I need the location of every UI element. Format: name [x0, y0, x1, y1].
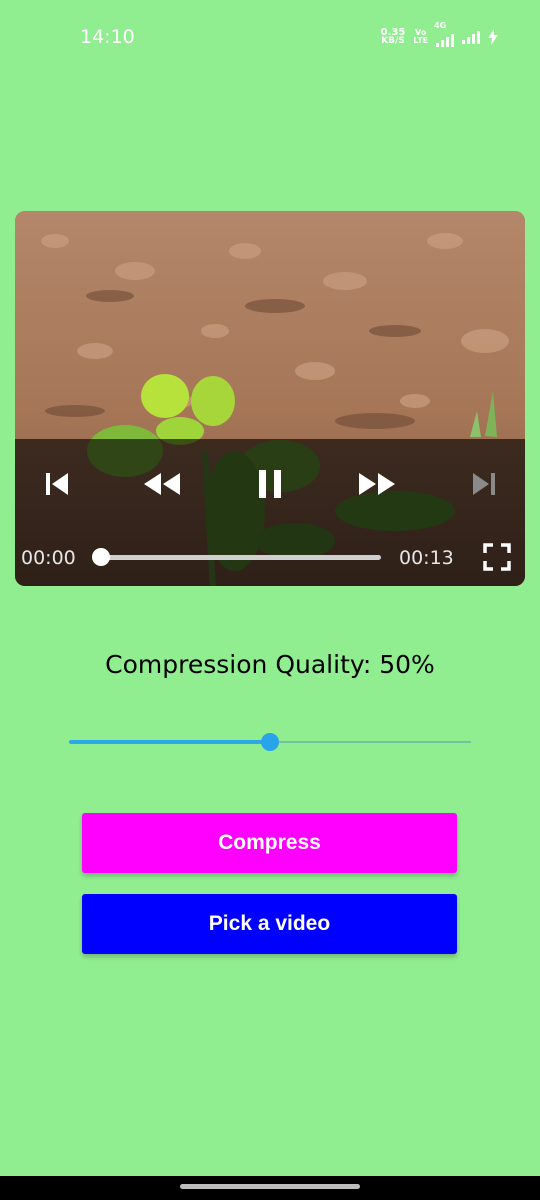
video-controls: 00:00 00:13: [15, 439, 525, 586]
signal-icon: [462, 30, 480, 44]
quality-value: 50%: [379, 650, 435, 679]
pick-video-button[interactable]: Pick a video: [82, 894, 457, 954]
compression-quality-label: Compression Quality: 50%: [0, 650, 540, 679]
slider-thumb[interactable]: [261, 733, 279, 751]
volte-icon: Vo LTE: [413, 29, 428, 45]
skip-next-icon: [473, 473, 495, 495]
quality-slider[interactable]: [69, 732, 471, 752]
fast-forward-button[interactable]: [355, 467, 399, 501]
current-time: 00:00: [21, 547, 76, 569]
signal-4g-icon: 4G: [434, 21, 454, 47]
fast-forward-icon: [359, 473, 395, 495]
fullscreen-icon: [483, 543, 511, 571]
status-time: 14:10: [80, 26, 135, 48]
navigation-bar: [0, 1176, 540, 1200]
skip-next-button[interactable]: [462, 467, 506, 501]
charging-icon: [488, 29, 498, 45]
skip-previous-icon: [46, 473, 68, 495]
network-type: 4G: [434, 21, 447, 30]
quality-label-prefix: Compression Quality:: [105, 650, 380, 679]
compress-button[interactable]: Compress: [82, 813, 457, 873]
status-bar: 14:10 0.35 KB/S Vo LTE 4G: [0, 0, 540, 72]
slider-active-track: [69, 740, 270, 744]
fullscreen-button[interactable]: [483, 543, 511, 571]
network-speed-icon: 0.35 KB/S: [381, 28, 406, 46]
seek-bar[interactable]: [100, 555, 381, 560]
skip-previous-button[interactable]: [35, 467, 79, 501]
pause-button[interactable]: [248, 467, 292, 501]
home-handle[interactable]: [180, 1184, 360, 1189]
rewind-icon: [144, 473, 180, 495]
video-player[interactable]: 00:00 00:13: [15, 211, 525, 586]
duration: 00:13: [399, 547, 454, 569]
status-icons: 0.35 KB/S Vo LTE 4G: [381, 21, 498, 47]
volte-bottom: LTE: [413, 36, 428, 45]
pause-icon: [259, 470, 281, 498]
rewind-button[interactable]: [140, 467, 184, 501]
seek-thumb[interactable]: [92, 548, 110, 566]
net-speed-unit: KB/S: [381, 36, 405, 46]
